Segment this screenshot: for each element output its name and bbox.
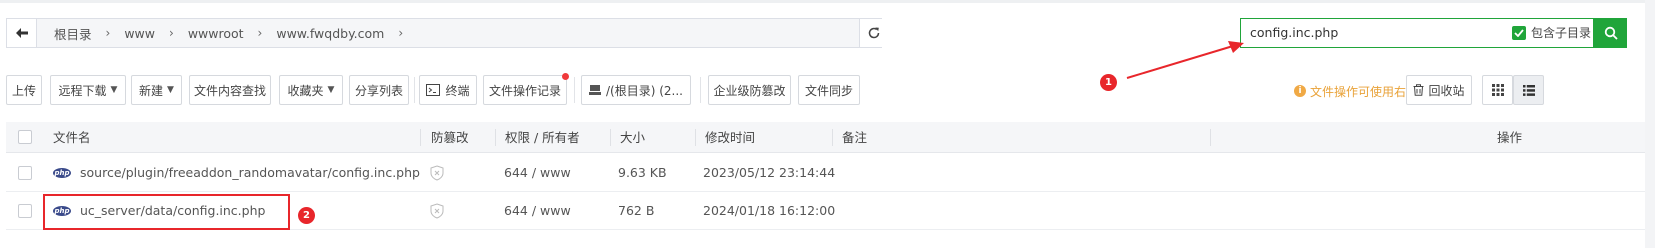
info-icon: i bbox=[1294, 85, 1306, 97]
breadcrumb: 根目录 › www › wwwroot › www.fwqdby.com › bbox=[37, 19, 857, 47]
notification-dot bbox=[562, 73, 569, 80]
terminal-button[interactable]: 终端 bbox=[419, 75, 477, 105]
breadcrumb-www[interactable]: www bbox=[121, 26, 158, 41]
file-size: 9.63 KB bbox=[618, 165, 667, 180]
search-value: config.inc.php bbox=[1250, 25, 1339, 40]
column-divider bbox=[832, 129, 833, 146]
chevron-down-icon: ▼ bbox=[167, 85, 174, 95]
toolbar-divider bbox=[700, 77, 701, 103]
file-permission[interactable]: 644 / www bbox=[504, 192, 571, 230]
php-file-icon: php bbox=[53, 168, 71, 178]
search-button[interactable] bbox=[1594, 18, 1627, 48]
top-strip bbox=[0, 0, 1655, 3]
refresh-button[interactable] bbox=[859, 19, 888, 47]
right-strip bbox=[1645, 0, 1655, 248]
breadcrumb-wwwroot[interactable]: wwwroot bbox=[185, 26, 247, 41]
shield-icon[interactable] bbox=[430, 165, 444, 181]
annotation-arrow bbox=[1126, 41, 1244, 79]
share-list-button[interactable]: 分享列表 bbox=[349, 75, 409, 105]
chevron-right-icon: › bbox=[398, 26, 404, 40]
include-subdir-checkbox[interactable] bbox=[1512, 26, 1526, 40]
search-input[interactable]: config.inc.php 包含子目录 bbox=[1240, 18, 1594, 48]
chevron-right-icon: › bbox=[105, 26, 111, 40]
upload-button[interactable]: 上传 bbox=[6, 75, 42, 105]
annotation-badge-2: 2 bbox=[298, 207, 315, 224]
row-checkbox[interactable] bbox=[18, 166, 32, 180]
annotation-highlight-box bbox=[43, 194, 290, 230]
chevron-down-icon: ▼ bbox=[327, 85, 335, 95]
refresh-icon bbox=[868, 27, 880, 39]
check-icon bbox=[1514, 29, 1524, 37]
tamper-protection-button[interactable]: 企业级防篡改 bbox=[708, 75, 791, 105]
header-tamper: 防篡改 bbox=[431, 130, 469, 145]
table-row[interactable]: php source/plugin/freeaddon_randomavatar… bbox=[6, 154, 1645, 192]
operation-log-button[interactable]: 文件操作记录 bbox=[483, 75, 567, 105]
content-search-button[interactable]: 文件内容查找 bbox=[189, 75, 271, 105]
shield-icon[interactable] bbox=[430, 203, 444, 219]
file-mtime: 2023/05/12 23:14:44 bbox=[703, 165, 836, 180]
new-button[interactable]: 新建 ▼ bbox=[131, 75, 182, 105]
row-checkbox[interactable] bbox=[18, 204, 32, 218]
back-button[interactable] bbox=[7, 19, 37, 47]
header-mtime[interactable]: 修改时间 bbox=[705, 122, 755, 153]
column-divider bbox=[695, 129, 696, 146]
breadcrumb-site[interactable]: www.fwqdby.com bbox=[273, 26, 387, 41]
file-size: 762 B bbox=[618, 203, 655, 218]
search-icon bbox=[1604, 26, 1618, 40]
select-all-checkbox[interactable] bbox=[18, 130, 32, 144]
header-size[interactable]: 大小 bbox=[620, 122, 645, 153]
recycle-bin-button[interactable]: 回收站 bbox=[1406, 75, 1472, 105]
annotation-badge-1: 1 bbox=[1100, 74, 1117, 91]
column-divider bbox=[1210, 129, 1211, 146]
arrow-left-icon bbox=[15, 28, 28, 38]
disk-button[interactable]: /(根目录) (2... bbox=[581, 75, 691, 105]
header-permission[interactable]: 权限 / 所有者 bbox=[505, 122, 580, 153]
file-mtime: 2024/01/18 16:12:00 bbox=[703, 203, 836, 218]
grid-view-button[interactable] bbox=[1482, 75, 1513, 105]
chevron-right-icon: › bbox=[257, 26, 263, 40]
list-view-icon bbox=[1522, 84, 1535, 96]
breadcrumb-root[interactable]: 根目录 bbox=[51, 24, 95, 43]
toolbar-divider bbox=[574, 77, 575, 103]
terminal-icon bbox=[426, 84, 441, 96]
file-sync-button[interactable]: 文件同步 bbox=[798, 75, 860, 105]
column-divider bbox=[495, 129, 496, 146]
table-header: 文件名 防篡改 权限 / 所有者 大小 修改时间 备注 操作 bbox=[6, 122, 1645, 153]
disk-icon bbox=[589, 85, 601, 95]
header-name[interactable]: 文件名 bbox=[53, 122, 91, 153]
file-name[interactable]: source/plugin/freeaddon_randomavatar/con… bbox=[80, 154, 420, 192]
trash-icon bbox=[1413, 84, 1424, 96]
favorites-button[interactable]: 收藏夹 ▼ bbox=[279, 75, 343, 105]
grid-view-icon bbox=[1491, 84, 1504, 96]
column-divider bbox=[420, 129, 421, 146]
context-menu-tip: i 文件操作可使用右键 bbox=[1294, 82, 1418, 100]
remote-download-button[interactable]: 远程下载 ▼ bbox=[50, 75, 126, 105]
list-view-button[interactable] bbox=[1513, 75, 1544, 105]
column-divider bbox=[610, 129, 611, 146]
header-actions: 操作 bbox=[1497, 130, 1523, 145]
toolbar-divider bbox=[414, 77, 415, 103]
path-bar: 根目录 › www › wwwroot › www.fwqdby.com › bbox=[6, 18, 888, 48]
header-note: 备注 bbox=[842, 130, 868, 145]
file-permission[interactable]: 644 / www bbox=[504, 154, 571, 192]
chevron-right-icon: › bbox=[169, 26, 174, 40]
chevron-down-icon: ▼ bbox=[110, 85, 118, 95]
include-subdir-label: 包含子目录 bbox=[1531, 26, 1592, 40]
